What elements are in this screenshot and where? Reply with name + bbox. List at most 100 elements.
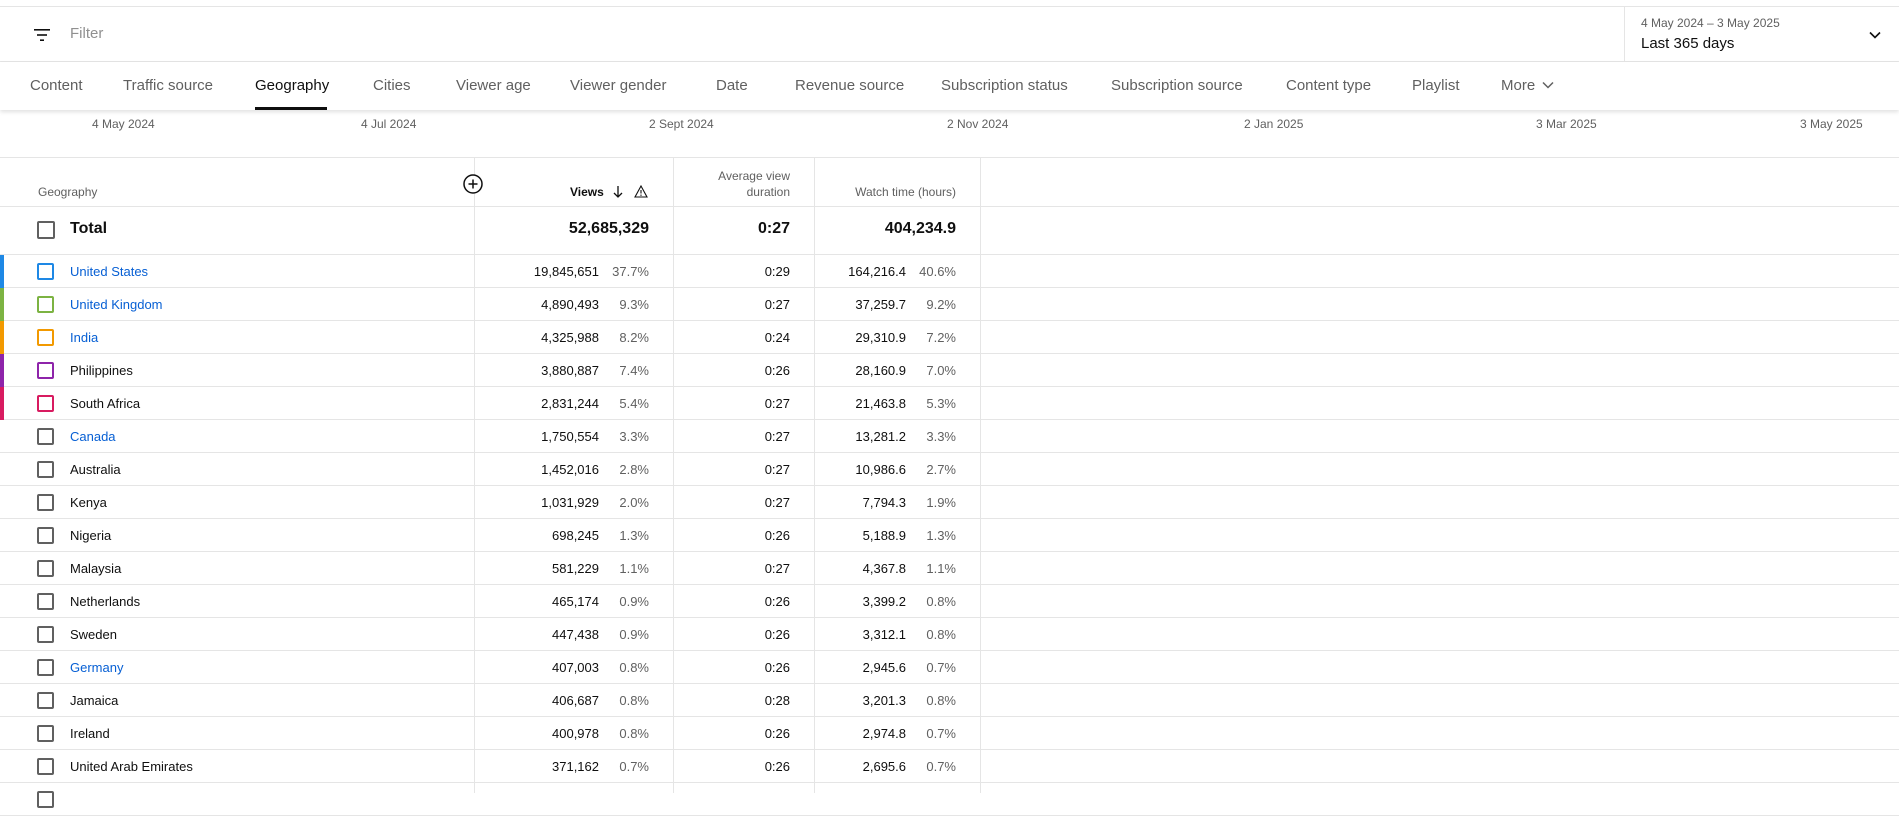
row-checkbox[interactable] bbox=[37, 362, 54, 379]
axis-label: 4 May 2024 bbox=[92, 117, 155, 131]
row-checkbox[interactable] bbox=[37, 395, 54, 412]
row-checkbox[interactable] bbox=[37, 560, 54, 577]
row-views: 1,452,016 bbox=[541, 462, 599, 477]
tab-traffic-source[interactable]: Traffic source bbox=[123, 77, 213, 94]
row-geography[interactable]: United Kingdom bbox=[70, 297, 163, 312]
row-views-percent: 0.8% bbox=[619, 726, 649, 741]
row-geography[interactable]: India bbox=[70, 330, 98, 345]
chevron-down-icon[interactable] bbox=[1867, 27, 1883, 43]
total-checkbox[interactable] bbox=[37, 221, 55, 239]
tab-subscription-status[interactable]: Subscription status bbox=[941, 77, 1068, 94]
filter-icon[interactable] bbox=[32, 25, 52, 45]
row-watch-time: 28,160.9 bbox=[855, 363, 906, 378]
table-row: United Arab Emirates 371,162 0.7% 0:26 2,695… bbox=[0, 750, 1899, 783]
row-checkbox[interactable] bbox=[37, 725, 54, 742]
row-checkbox[interactable] bbox=[37, 659, 54, 676]
table-row: Germany 407,003 0.8% 0:26 2,945.6 0.7% bbox=[0, 651, 1899, 684]
header-geography[interactable]: Geography bbox=[38, 184, 97, 200]
row-checkbox[interactable] bbox=[37, 461, 54, 478]
tab-content[interactable]: Content bbox=[30, 77, 83, 94]
table-row: United States 19,845,651 37.7% 0:29 164,216.… bbox=[0, 255, 1899, 288]
row-checkbox[interactable] bbox=[37, 428, 54, 445]
row-views: 4,890,493 bbox=[541, 297, 599, 312]
row-geography: Australia bbox=[70, 462, 121, 477]
row-avd: 0:29 bbox=[764, 264, 790, 279]
row-watch-time: 13,281.2 bbox=[855, 429, 906, 444]
timeline-axis: 4 May 2024 4 Jul 2024 2 Sept 2024 2 Nov … bbox=[0, 110, 1899, 158]
table-row: Australia 1,452,016 2.8% 0:27 10,986.6 2.7% bbox=[0, 453, 1899, 486]
row-geography: Malaysia bbox=[70, 561, 122, 576]
row-watch-percent: 7.2% bbox=[926, 330, 956, 345]
tab-revenue-source[interactable]: Revenue source bbox=[795, 77, 904, 94]
row-watch-time: 4,367.8 bbox=[862, 561, 906, 576]
row-views-percent: 2.0% bbox=[619, 495, 649, 510]
row-watch-time: 2,695.6 bbox=[862, 759, 906, 774]
row-views: 400,978 bbox=[552, 726, 599, 741]
row-avd: 0:26 bbox=[764, 759, 790, 774]
tab-cities[interactable]: Cities bbox=[373, 77, 411, 94]
tab-viewer-gender[interactable]: Viewer gender bbox=[570, 77, 666, 94]
tab-more[interactable]: More bbox=[1501, 77, 1555, 94]
header-avd-line2: duration bbox=[746, 185, 790, 199]
row-watch-time: 164,216.4 bbox=[848, 264, 906, 279]
row-watch-time: 2,945.6 bbox=[862, 660, 906, 675]
header-avd-line1: Average view bbox=[718, 169, 790, 183]
tab-playlist[interactable]: Playlist bbox=[1412, 77, 1460, 94]
row-checkbox[interactable] bbox=[37, 791, 54, 808]
tab-viewer-age[interactable]: Viewer age bbox=[456, 77, 531, 94]
row-avd: 0:27 bbox=[764, 429, 790, 444]
series-color-bar bbox=[0, 288, 4, 321]
tab-subscription-source[interactable]: Subscription source bbox=[1111, 77, 1243, 94]
table-row: South Africa 2,831,244 5.4% 0:27 21,463.8 5.3… bbox=[0, 387, 1899, 420]
row-views-percent: 9.3% bbox=[619, 297, 649, 312]
row-views-percent: 1.3% bbox=[619, 528, 649, 543]
row-checkbox[interactable] bbox=[37, 527, 54, 544]
row-geography: Philippines bbox=[70, 363, 133, 378]
table-row: Malaysia 581,229 1.1% 0:27 4,367.8 1.1% bbox=[0, 552, 1899, 585]
row-watch-percent: 0.8% bbox=[926, 693, 956, 708]
row-geography[interactable]: United States bbox=[70, 264, 148, 279]
table-row: Jamaica 406,687 0.8% 0:28 3,201.3 0.8% bbox=[0, 684, 1899, 717]
header-views[interactable]: Views bbox=[570, 184, 604, 200]
row-watch-percent: 1.3% bbox=[926, 528, 956, 543]
table-row: Philippines 3,880,887 7.4% 0:26 28,160.9 7.0% bbox=[0, 354, 1899, 387]
tab-date[interactable]: Date bbox=[716, 77, 748, 94]
row-checkbox[interactable] bbox=[37, 626, 54, 643]
tab-content-type[interactable]: Content type bbox=[1286, 77, 1371, 94]
row-watch-time: 3,201.3 bbox=[862, 693, 906, 708]
warning-triangle-icon[interactable] bbox=[634, 185, 648, 198]
date-range-picker[interactable]: 4 May 2024 – 3 May 2025 Last 365 days bbox=[1624, 7, 1899, 63]
row-geography[interactable]: Germany bbox=[70, 660, 123, 675]
table-row bbox=[0, 783, 1899, 816]
plus-circle-icon[interactable] bbox=[462, 173, 484, 195]
row-views: 4,325,988 bbox=[541, 330, 599, 345]
row-avd: 0:26 bbox=[764, 660, 790, 675]
row-geography[interactable]: Canada bbox=[70, 429, 116, 444]
row-checkbox[interactable] bbox=[37, 329, 54, 346]
row-checkbox[interactable] bbox=[37, 494, 54, 511]
row-checkbox[interactable] bbox=[37, 263, 54, 280]
row-watch-percent: 9.2% bbox=[926, 297, 956, 312]
tab-geography[interactable]: Geography bbox=[255, 77, 329, 94]
table-row: Netherlands 465,174 0.9% 0:26 3,399.2 0.8% bbox=[0, 585, 1899, 618]
row-watch-time: 37,259.7 bbox=[855, 297, 906, 312]
row-checkbox[interactable] bbox=[37, 758, 54, 775]
row-geography: Jamaica bbox=[70, 693, 119, 708]
row-geography: South Africa bbox=[70, 396, 141, 411]
header-avd[interactable]: Average view duration bbox=[690, 168, 790, 200]
axis-label: 3 May 2025 bbox=[1800, 117, 1863, 131]
row-avd: 0:24 bbox=[764, 330, 790, 345]
total-avd: 0:27 bbox=[757, 220, 790, 237]
filter-input[interactable]: Filter bbox=[70, 25, 103, 42]
row-views: 406,687 bbox=[552, 693, 599, 708]
row-checkbox[interactable] bbox=[37, 296, 54, 313]
total-watch-time: 404,234.9 bbox=[884, 220, 956, 237]
arrow-down-icon[interactable] bbox=[612, 185, 624, 199]
axis-label: 4 Jul 2024 bbox=[361, 117, 417, 131]
row-views: 1,031,929 bbox=[541, 495, 599, 510]
row-checkbox[interactable] bbox=[37, 692, 54, 709]
row-checkbox[interactable] bbox=[37, 593, 54, 610]
row-watch-time: 3,312.1 bbox=[862, 627, 906, 642]
row-watch-percent: 7.0% bbox=[926, 363, 956, 378]
header-watch-time[interactable]: Watch time (hours) bbox=[820, 184, 956, 200]
